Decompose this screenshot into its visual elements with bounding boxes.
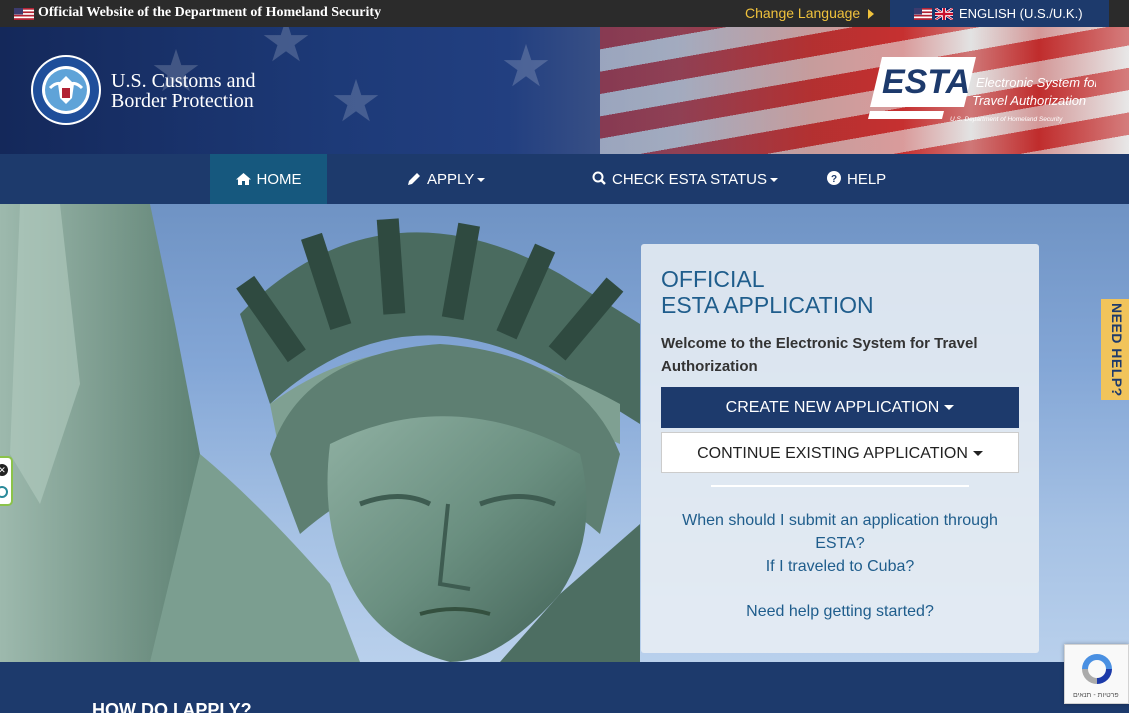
agency-name-line2: Border Protection — [111, 90, 254, 112]
getting-started-link[interactable]: Need help getting started? — [661, 600, 1019, 623]
star-decoration: ★ — [330, 69, 382, 134]
caret-right-icon — [868, 9, 875, 20]
nav-home-label: HOME — [256, 171, 302, 188]
main-nav: HOME APPLY CHECK ESTA STATUS ? HELP — [0, 154, 1129, 204]
close-icon[interactable]: ✕ — [0, 464, 8, 476]
panel-title-line1: OFFICIAL — [661, 266, 765, 292]
when-to-submit-link[interactable]: When should I submit an application thro… — [661, 509, 1019, 555]
dhs-seal-icon[interactable] — [30, 54, 102, 126]
divider — [711, 485, 969, 487]
us-flag-icon — [914, 8, 932, 20]
panel-title-line2: ESTA APPLICATION — [661, 292, 874, 318]
esta-line2: Travel Authorization — [972, 93, 1086, 108]
continue-existing-application-button[interactable]: CONTINUE EXISTING APPLICATION — [661, 432, 1019, 473]
esta-application-panel: OFFICIAL ESTA APPLICATION Welcome to the… — [641, 244, 1039, 653]
continue-button-label: CONTINUE EXISTING APPLICATION — [697, 445, 968, 462]
us-flag-icon — [14, 8, 34, 20]
uk-flag-icon — [935, 8, 953, 20]
nav-help[interactable]: ? HELP — [827, 154, 886, 204]
nav-help-label: HELP — [847, 171, 887, 188]
gov-banner: Official Website of the Department of Ho… — [0, 0, 1129, 27]
welcome-text: Welcome to the Electronic System for Tra… — [661, 335, 978, 375]
recaptcha-icon — [1082, 654, 1112, 684]
official-website-text: Official Website of the Department of Ho… — [38, 5, 382, 20]
esta-line3: U.S. Department of Homeland Security — [950, 116, 1063, 123]
caret-down-icon — [944, 405, 955, 411]
accessibility-icon[interactable] — [0, 486, 8, 498]
create-button-label: CREATE NEW APPLICATION — [725, 399, 940, 416]
nav-check-status-label: CHECK ESTA STATUS — [612, 171, 768, 188]
caret-down-icon — [477, 178, 486, 183]
current-language-label: ENGLISH (U.S./U.K.) — [959, 6, 1083, 21]
question-circle-icon: ? — [827, 154, 841, 204]
create-new-application-button[interactable]: CREATE NEW APPLICATION — [661, 387, 1019, 428]
search-icon — [592, 154, 606, 204]
recaptcha-badge[interactable]: פרטיות - תנאים — [1064, 644, 1129, 704]
home-icon — [235, 154, 251, 204]
language-selector[interactable]: ENGLISH (U.S./U.K.) — [890, 0, 1109, 27]
star-decoration: ★ — [500, 34, 552, 99]
cuba-travel-link[interactable]: If I traveled to Cuba? — [661, 555, 1019, 578]
agency-name: U.S. Customs and Border Protection — [111, 71, 255, 111]
how-to-apply-section: HOW DO I APPLY? — [0, 662, 1129, 713]
site-header: ★ ★ ★ ★ U.S. Customs and Border Protecti… — [0, 27, 1129, 154]
nav-check-status[interactable]: CHECK ESTA STATUS — [592, 154, 779, 204]
nav-apply[interactable]: APPLY — [408, 154, 486, 204]
nav-home[interactable]: HOME — [210, 154, 327, 204]
change-language-link[interactable]: Change Language — [745, 5, 875, 21]
need-help-label: NEED HELP? — [1109, 303, 1125, 397]
panel-title: OFFICIAL ESTA APPLICATION — [661, 266, 874, 318]
accessibility-widget[interactable]: ✕ — [0, 456, 13, 506]
nav-apply-label: APPLY — [427, 171, 475, 188]
pencil-icon — [408, 154, 421, 204]
section-heading: HOW DO I APPLY? — [92, 700, 252, 713]
caret-down-icon — [770, 178, 779, 183]
esta-line1: Electronic System for — [976, 75, 1096, 90]
need-help-tab[interactable]: NEED HELP? — [1101, 299, 1129, 400]
caret-down-icon — [972, 451, 983, 457]
change-language-label: Change Language — [745, 5, 861, 21]
agency-name-line1: U.S. Customs and — [111, 70, 256, 92]
recaptcha-terms[interactable]: פרטיות - תנאים — [1073, 692, 1119, 699]
esta-wordmark: ESTA — [882, 63, 970, 101]
svg-text:?: ? — [831, 174, 837, 185]
esta-logo[interactable]: ESTA Electronic System for Travel Author… — [868, 55, 1096, 127]
star-decoration: ★ — [260, 27, 312, 74]
